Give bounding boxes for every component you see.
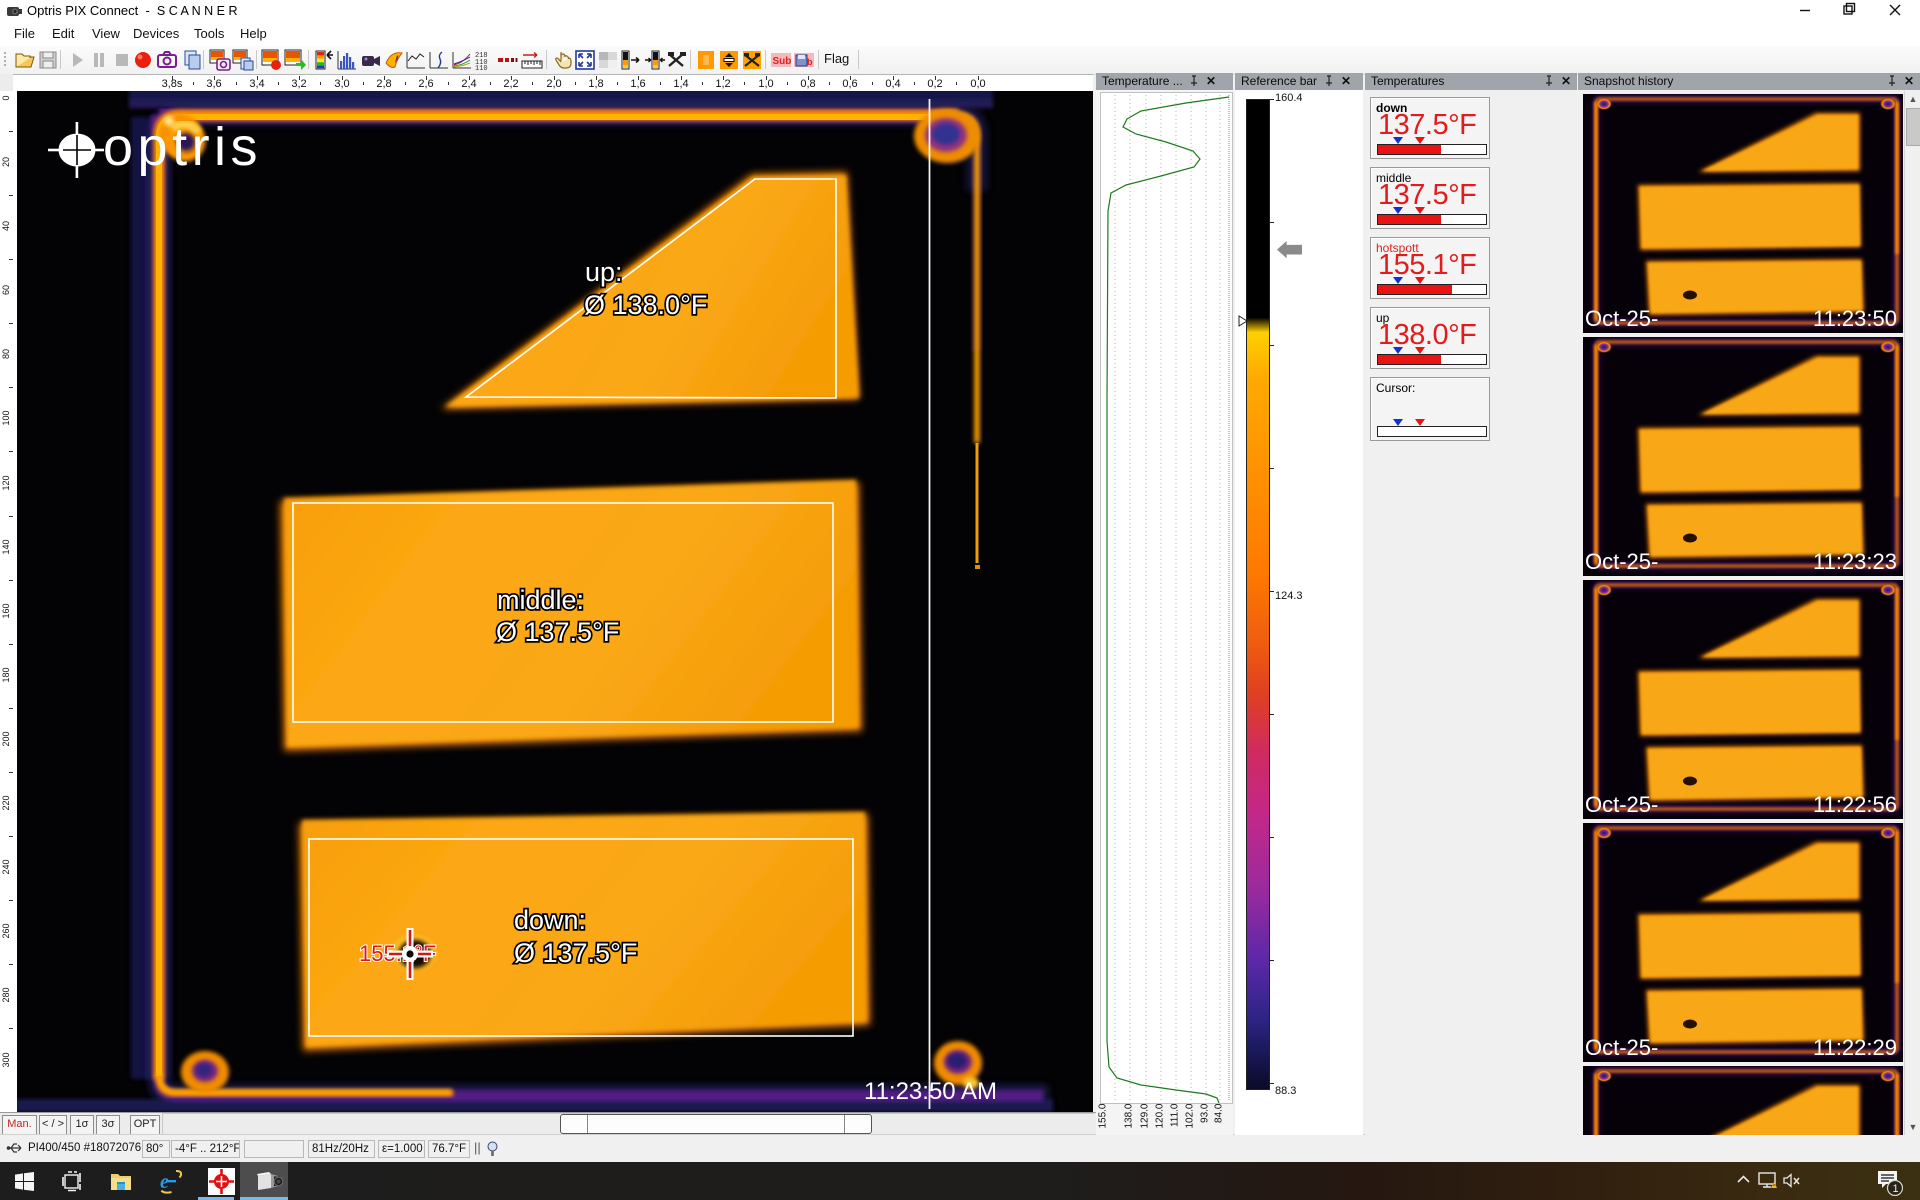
svg-text:optris: optris	[103, 117, 262, 177]
svg-text:11:23:50 AM: 11:23:50 AM	[864, 1078, 997, 1105]
svg-text:Sub: Sub	[773, 56, 792, 67]
svg-text:middle:: middle:	[497, 585, 584, 615]
svg-text:b: b	[807, 57, 813, 67]
svg-text:110: 110	[475, 65, 488, 71]
svg-text:Ø 137.5°F: Ø 137.5°F	[514, 938, 637, 968]
svg-text:1: 1	[1893, 1183, 1899, 1195]
svg-text:Ø 138.0°F: Ø 138.0°F	[584, 290, 707, 320]
svg-text:down:: down:	[514, 905, 586, 935]
svg-text:Ø 137.5°F: Ø 137.5°F	[496, 617, 619, 647]
svg-text:up:: up:	[585, 257, 623, 287]
